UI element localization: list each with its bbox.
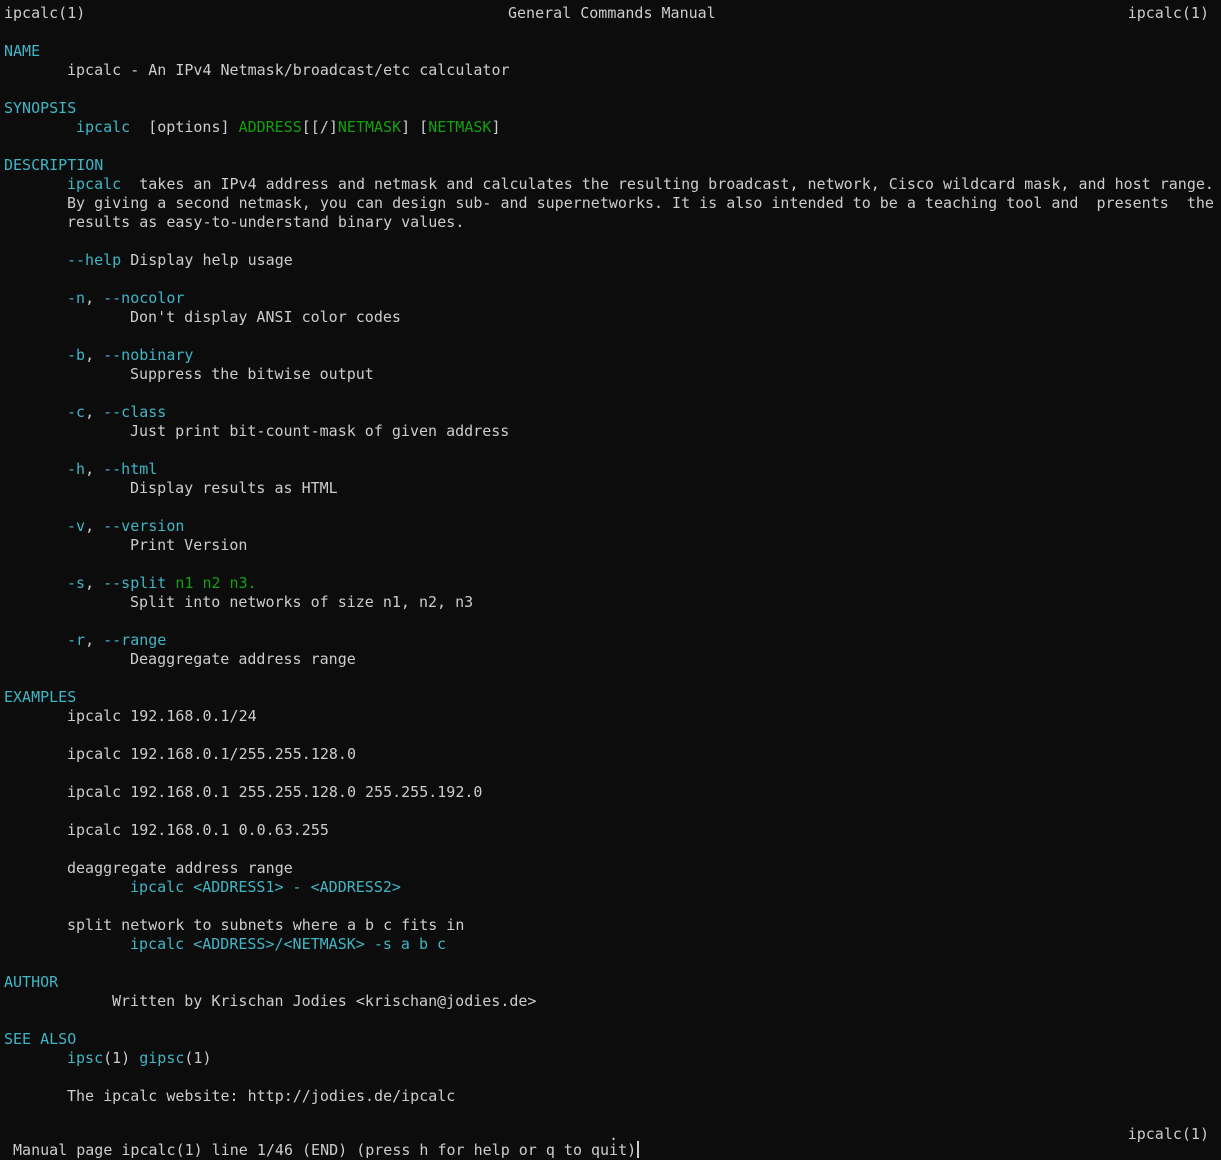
option-help-text: Display help usage [121, 251, 293, 269]
option-html-short: -h [67, 460, 86, 478]
option-version: -v, --version [67, 517, 184, 536]
footer-right: ipcalc(1) [1127, 1125, 1209, 1143]
option-nobinary-long: --nobinary [103, 346, 194, 364]
header-right: ipcalc(1) [1127, 4, 1209, 22]
description-text-1: takes an IPv4 address and netmask and ca… [121, 175, 1214, 193]
description-line-2: By giving a second netmask, you can desi… [67, 194, 1214, 212]
option-split-long: --split [103, 574, 167, 592]
option-nocolor: -n, --nocolor [67, 289, 184, 308]
option-help: --help Display help usage [67, 251, 293, 270]
description-line-3: results as easy-to-understand binary val… [67, 213, 465, 231]
example-2: ipcalc 192.168.0.1/255.255.128.0 [67, 745, 356, 763]
example-4: ipcalc 192.168.0.1 0.0.63.255 [67, 821, 329, 839]
option-range: -r, --range [67, 631, 166, 650]
option-separator: , [85, 460, 104, 478]
option-class: -c, --class [67, 403, 166, 422]
option-split: -s, --split n1 n2 n3. [67, 574, 257, 593]
option-class-description: Just print bit-count-mask of given addre… [130, 422, 510, 440]
example-split-command: ipcalc <ADDRESS>/<NETMASK> -s a b c [130, 935, 447, 953]
option-separator: , [85, 631, 104, 649]
option-nobinary-description: Suppress the bitwise output [130, 365, 374, 383]
name-text: ipcalc - An IPv4 Netmask/broadcast/etc c… [67, 61, 510, 79]
synopsis-bracket-1: [[/] [301, 118, 338, 136]
see-also-refs: ipsc(1) gipsc(1) [67, 1049, 212, 1068]
header-left: ipcalc(1) [4, 4, 86, 22]
option-html-description: Display results as HTML [130, 479, 338, 497]
synopsis-line: ipcalc [options] ADDRESS[[/]NETMASK] [NE… [76, 118, 500, 137]
option-nobinary-short: -b [67, 346, 86, 364]
option-help-flag: --help [67, 251, 122, 269]
synopsis-netmask-1: NETMASK [337, 118, 402, 136]
option-class-long: --class [103, 403, 167, 421]
synopsis-address: ADDRESS [238, 118, 302, 136]
section-examples-heading: EXAMPLES [4, 688, 77, 706]
option-separator: , [85, 403, 104, 421]
synopsis-bracket-2: ] [ [401, 118, 429, 136]
example-deaggregate-label: deaggregate address range [67, 859, 293, 877]
option-range-description: Deaggregate address range [130, 650, 356, 668]
synopsis-options: [options] [130, 118, 239, 136]
option-separator: , [85, 346, 104, 364]
option-html: -h, --html [67, 460, 157, 479]
option-separator: , [85, 574, 104, 592]
option-nocolor-short: -n [67, 289, 86, 307]
description-line-1: ipcalc takes an IPv4 address and netmask… [67, 175, 1214, 194]
author-text: Written by Krischan Jodies <krischan@jod… [112, 992, 537, 1010]
section-description-heading: DESCRIPTION [4, 156, 104, 174]
option-html-long: --html [103, 460, 158, 478]
example-1: ipcalc 192.168.0.1/24 [67, 707, 257, 725]
section-author-heading: AUTHOR [4, 973, 59, 991]
header-center: General Commands Manual [508, 4, 716, 22]
terminal-window[interactable]: ipcalc(1) General Commands Manual ipcalc… [0, 0, 1221, 1159]
option-separator: , [85, 517, 104, 535]
option-nocolor-description: Don't display ANSI color codes [130, 308, 401, 326]
description-command: ipcalc [67, 175, 122, 193]
option-version-short: -v [67, 517, 86, 535]
pager-status-line[interactable]: Manual page ipcalc(1) line 1/46 (END) (p… [4, 1141, 640, 1160]
option-class-short: -c [67, 403, 86, 421]
synopsis-bracket-3: ] [491, 118, 501, 136]
synopsis-netmask-2: NETMASK [428, 118, 492, 136]
section-name-heading: NAME [4, 42, 41, 60]
synopsis-command: ipcalc [76, 118, 131, 136]
see-also-gipsc-link[interactable]: gipsc [139, 1049, 184, 1067]
see-also-gipsc-section: (1) [184, 1049, 212, 1067]
section-see-also-heading: SEE ALSO [4, 1030, 77, 1048]
option-split-short: -s [67, 574, 86, 592]
option-split-args: n1 n2 n3. [166, 574, 257, 592]
option-split-description: Split into networks of size n1, n2, n3 [130, 593, 474, 611]
option-nobinary: -b, --nobinary [67, 346, 193, 365]
see-also-website: The ipcalc website: http://jodies.de/ipc… [67, 1087, 456, 1105]
option-range-long: --range [103, 631, 167, 649]
example-3: ipcalc 192.168.0.1 255.255.128.0 255.255… [67, 783, 483, 801]
see-also-ipsc-link[interactable]: ipsc [67, 1049, 103, 1067]
example-deaggregate-command: ipcalc <ADDRESS1> - <ADDRESS2> [130, 878, 401, 896]
option-separator: , [85, 289, 104, 307]
option-nocolor-long: --nocolor [103, 289, 185, 307]
option-version-description: Print Version [130, 536, 248, 554]
pager-status-text: Manual page ipcalc(1) line 1/46 (END) (p… [4, 1141, 637, 1159]
see-also-ipsc-section: (1) [103, 1049, 140, 1067]
option-version-long: --version [103, 517, 185, 535]
example-split-label: split network to subnets where a b c fit… [67, 916, 465, 934]
section-synopsis-heading: SYNOPSIS [4, 99, 77, 117]
option-range-short: -r [67, 631, 86, 649]
